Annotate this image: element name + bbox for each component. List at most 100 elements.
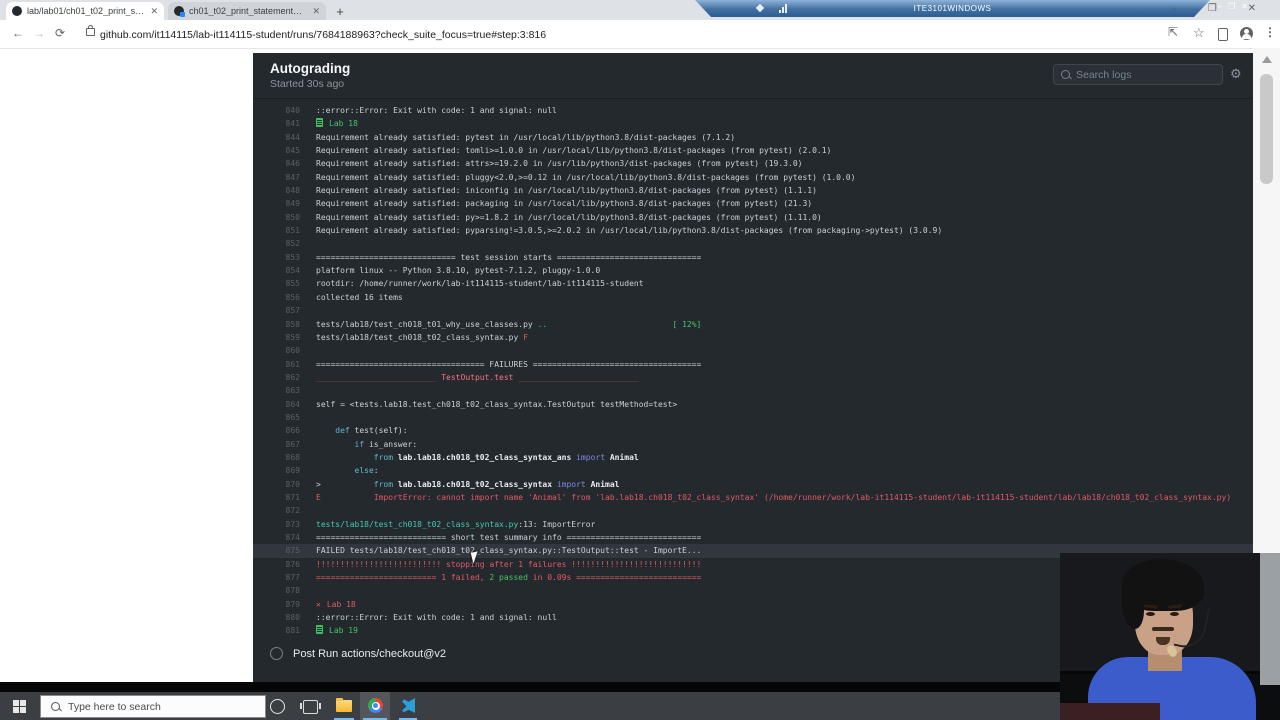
tab-print-statements[interactable]: ch01_t02_print_statements.py -… ✕ xyxy=(168,2,326,20)
github-dev-favicon-icon xyxy=(174,6,185,17)
line-number[interactable]: 873 xyxy=(253,518,300,531)
line-number[interactable]: 850 xyxy=(253,211,300,224)
line-number[interactable]: 878 xyxy=(253,584,300,597)
log-line-874: 874 =========================== short tes… xyxy=(253,531,1253,544)
log-line-841: 841 Lab 18 xyxy=(253,117,1253,130)
line-number[interactable]: 858 xyxy=(253,318,300,331)
tab-close-icon[interactable]: ✕ xyxy=(150,6,158,17)
line-number[interactable]: 854 xyxy=(253,264,300,277)
scroll-up-arrow-icon[interactable] xyxy=(1262,56,1272,63)
vscode-icon[interactable] xyxy=(402,698,415,713)
post-run-step-label: Post Run actions/checkout@v2 xyxy=(293,647,447,660)
line-number[interactable]: 880 xyxy=(253,611,300,624)
line-number[interactable]: 865 xyxy=(253,411,300,424)
line-number[interactable]: 860 xyxy=(253,344,300,357)
start-button[interactable] xyxy=(13,700,26,713)
log-line-865: 865 xyxy=(253,411,1253,424)
line-number[interactable]: 876 xyxy=(253,558,300,571)
person-eye xyxy=(1146,612,1155,616)
line-number[interactable]: 875 xyxy=(253,544,300,557)
line-number[interactable]: 845 xyxy=(253,144,300,157)
url-bar[interactable]: github.com/it114115/lab-it114115-student… xyxy=(100,29,546,41)
reload-icon[interactable]: ⟳ xyxy=(55,26,65,40)
line-number[interactable]: 851 xyxy=(253,224,300,237)
log-group-icon xyxy=(316,118,323,128)
host-window-controls[interactable]: – ❐ ✕ xyxy=(1172,3,1270,14)
line-number[interactable]: 856 xyxy=(253,291,300,304)
tab-close-icon[interactable]: ✕ xyxy=(312,6,320,17)
log-line-851: 851 Requirement already satisfied: pypars… xyxy=(253,224,1253,237)
share-icon[interactable]: ⇱ xyxy=(1168,25,1178,39)
log-line-848: 848 Requirement already satisfied: inicon… xyxy=(253,184,1253,197)
line-number[interactable]: 852 xyxy=(253,237,300,250)
tab-lab-run[interactable]: lab/lab01/ch01_t02_print_statem… ✕ xyxy=(6,2,164,20)
line-number[interactable]: 841 xyxy=(253,117,300,130)
padlock-icon[interactable] xyxy=(86,25,95,36)
taskbar-search-placeholder: Type here to search xyxy=(68,700,161,713)
line-number[interactable]: 874 xyxy=(253,531,300,544)
sidebar-icon[interactable] xyxy=(1218,28,1228,41)
bookmark-star-icon[interactable]: ☆ xyxy=(1193,25,1205,41)
search-logs-input[interactable]: Search logs xyxy=(1053,64,1223,85)
line-number[interactable]: 844 xyxy=(253,131,300,144)
task-view-icon[interactable] xyxy=(300,700,321,714)
profile-avatar-icon[interactable] xyxy=(1240,27,1253,40)
log-line-871: 871 E ImportError: cannot import name 'An… xyxy=(253,491,1253,504)
line-number[interactable]: 868 xyxy=(253,451,300,464)
line-number[interactable]: 855 xyxy=(253,277,300,290)
log-line-872: 872 xyxy=(253,504,1253,517)
log-line-849: 849 Requirement already satisfied: packag… xyxy=(253,197,1253,210)
line-number[interactable]: 881 xyxy=(253,624,300,637)
post-run-step-row[interactable]: Post Run actions/checkout@v2 xyxy=(270,647,446,660)
webcam-wall xyxy=(1260,553,1280,685)
log-line-868: 868 from lab.lab18.ch018_t02_class_synta… xyxy=(253,451,1253,464)
line-number[interactable]: 879 xyxy=(253,598,300,611)
line-number[interactable]: 872 xyxy=(253,504,300,517)
scrollbar-thumb[interactable] xyxy=(1260,74,1273,184)
line-number[interactable]: 859 xyxy=(253,331,300,344)
line-number[interactable]: 864 xyxy=(253,398,300,411)
gear-icon[interactable]: ⚙ xyxy=(1230,66,1242,82)
log-line-855: 855 rootdir: /home/runner/work/lab-it1141… xyxy=(253,277,1253,290)
line-number[interactable]: 862 xyxy=(253,371,300,384)
desk xyxy=(1060,703,1160,720)
log-line-857: 857 xyxy=(253,304,1253,317)
line-number[interactable]: 866 xyxy=(253,424,300,437)
back-icon[interactable]: ← xyxy=(12,26,24,40)
line-number[interactable]: 849 xyxy=(253,197,300,210)
taskbar-search-icon xyxy=(51,702,60,711)
line-number[interactable]: 869 xyxy=(253,464,300,477)
log-line-858: 858 tests/lab18/test_ch018_t01_why_use_cl… xyxy=(253,318,1253,331)
line-number[interactable]: 871 xyxy=(253,491,300,504)
chrome-icon[interactable] xyxy=(368,698,383,713)
log-group-icon xyxy=(316,625,323,635)
line-number[interactable]: 840 xyxy=(253,104,300,117)
log-line-867: 867 if is_answer: xyxy=(253,438,1253,451)
line-number[interactable]: 877 xyxy=(253,571,300,584)
vm-connection-bar[interactable]: ITE3101WINDOWS xyxy=(695,0,1210,17)
log-line-873: 873 tests/lab18/test_ch018_t02_class_synt… xyxy=(253,518,1253,531)
line-number[interactable]: 857 xyxy=(253,304,300,317)
new-tab-button[interactable]: + xyxy=(332,4,348,20)
started-timestamp: Started 30s ago xyxy=(270,78,345,90)
cortana-icon[interactable] xyxy=(270,699,285,714)
line-number[interactable]: 846 xyxy=(253,157,300,170)
file-explorer-icon[interactable] xyxy=(336,698,352,712)
search-placeholder: Search logs xyxy=(1076,68,1132,81)
line-number[interactable]: 848 xyxy=(253,184,300,197)
line-number[interactable]: 847 xyxy=(253,171,300,184)
taskbar-search-input[interactable]: Type here to search xyxy=(40,695,266,718)
line-number[interactable]: 861 xyxy=(253,358,300,371)
step-status-circle-icon xyxy=(270,647,283,660)
screen: lab/lab01/ch01_t02_print_statem… ✕ ch01_… xyxy=(0,0,1280,720)
line-number[interactable]: 867 xyxy=(253,438,300,451)
forward-icon[interactable]: → xyxy=(33,26,45,40)
line-number[interactable]: 863 xyxy=(253,384,300,397)
search-icon xyxy=(1061,70,1070,79)
kebab-menu-icon[interactable]: ⋮ xyxy=(1264,25,1276,39)
webcam-overlay xyxy=(1060,553,1280,720)
log-line-852: 852 xyxy=(253,237,1253,250)
log-line-863: 863 xyxy=(253,384,1253,397)
line-number[interactable]: 870 xyxy=(253,478,300,491)
line-number[interactable]: 853 xyxy=(253,251,300,264)
